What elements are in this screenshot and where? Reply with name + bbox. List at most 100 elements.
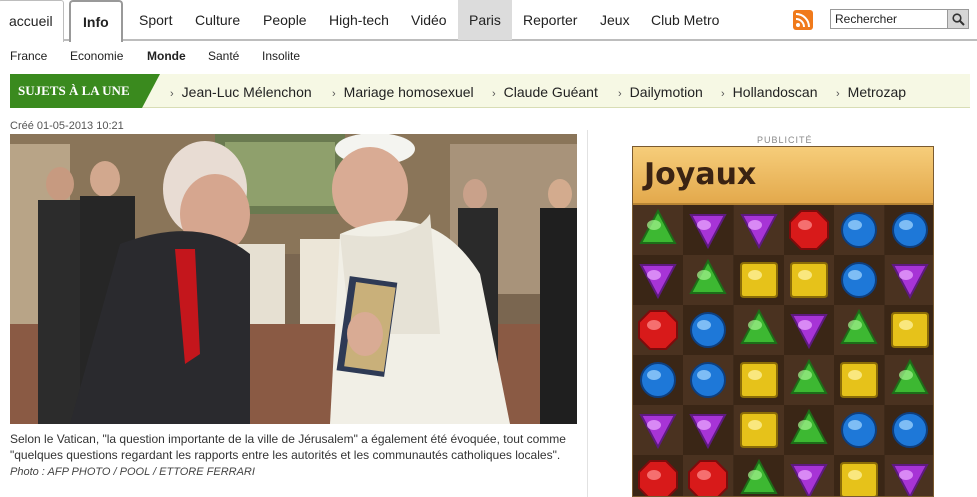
gem-cell[interactable] bbox=[884, 405, 933, 455]
purple-gem-icon bbox=[739, 214, 778, 250]
gem-cell[interactable] bbox=[783, 305, 834, 355]
subject-link[interactable]: › Jean-Luc Mélenchon bbox=[170, 84, 312, 100]
red-gem-icon bbox=[688, 460, 729, 496]
nav-jeux[interactable]: Jeux bbox=[600, 0, 630, 40]
nav-info[interactable]: Info bbox=[69, 0, 123, 42]
gem-cell[interactable] bbox=[733, 405, 784, 455]
gem-cell[interactable] bbox=[633, 455, 683, 496]
gem-cell[interactable] bbox=[683, 455, 734, 496]
gem-cell[interactable] bbox=[834, 255, 885, 305]
chevron-right-icon: › bbox=[836, 88, 840, 100]
gem-cell[interactable] bbox=[683, 255, 734, 305]
gem-cell[interactable] bbox=[633, 205, 683, 255]
purple-gem-icon bbox=[790, 464, 828, 496]
gem-cell[interactable] bbox=[683, 205, 734, 255]
purple-gem-icon bbox=[890, 464, 929, 496]
yellow-gem-icon bbox=[890, 312, 929, 348]
column-divider bbox=[587, 130, 588, 497]
nav-high-tech[interactable]: High-tech bbox=[329, 0, 389, 40]
gem-cell[interactable] bbox=[783, 405, 834, 455]
subject-link[interactable]: › Dailymotion bbox=[618, 84, 703, 100]
subject-link[interactable]: › Claude Guéant bbox=[492, 84, 598, 100]
purple-gem-icon bbox=[790, 314, 828, 350]
green-gem-icon bbox=[689, 258, 727, 294]
gem-cell[interactable] bbox=[683, 305, 734, 355]
gem-cell[interactable] bbox=[633, 305, 683, 355]
gem-cell[interactable] bbox=[733, 305, 784, 355]
subnav-economie[interactable]: Economie bbox=[70, 49, 123, 63]
gem-cell[interactable] bbox=[683, 355, 734, 405]
nav-club-metro[interactable]: Club Metro bbox=[651, 0, 719, 40]
yellow-gem-icon bbox=[739, 412, 778, 448]
subject-link[interactable]: › Metrozap bbox=[836, 84, 906, 100]
search-button[interactable] bbox=[947, 9, 969, 29]
gem-cell[interactable] bbox=[733, 455, 784, 496]
created-date: Créé 01-05-2013 10:21 bbox=[10, 120, 124, 132]
green-gem-icon bbox=[890, 358, 929, 394]
subnav-france[interactable]: France bbox=[10, 49, 47, 63]
gem-cell[interactable] bbox=[683, 405, 734, 455]
gem-cell[interactable] bbox=[633, 355, 683, 405]
gem-cell[interactable] bbox=[783, 205, 834, 255]
nav-accueil[interactable]: accueil bbox=[0, 0, 64, 42]
ad-banner[interactable]: Joyaux bbox=[632, 146, 934, 497]
gem-cell[interactable] bbox=[733, 355, 784, 405]
gem-cell[interactable] bbox=[733, 255, 784, 305]
green-gem-icon bbox=[739, 458, 778, 494]
search-input[interactable] bbox=[830, 9, 948, 29]
green-gem-icon bbox=[639, 208, 677, 244]
caption-text: Selon le Vatican, "la question important… bbox=[10, 432, 566, 462]
gem-cell[interactable] bbox=[834, 355, 885, 405]
gem-cell[interactable] bbox=[834, 205, 885, 255]
green-gem-icon bbox=[790, 358, 828, 394]
purple-gem-icon bbox=[639, 264, 677, 300]
subjects-bar: SUJETS À LA UNE › Jean-Luc Mélenchon › Mar… bbox=[10, 74, 970, 108]
chevron-right-icon: › bbox=[618, 88, 622, 100]
gem-cell[interactable] bbox=[884, 205, 933, 255]
nav-sport[interactable]: Sport bbox=[139, 0, 172, 40]
article-photo bbox=[10, 134, 577, 424]
subject-label: Jean-Luc Mélenchon bbox=[181, 84, 312, 100]
green-gem-icon bbox=[790, 408, 828, 444]
subject-link[interactable]: › Hollandoscan bbox=[721, 84, 818, 100]
gem-cell[interactable] bbox=[783, 455, 834, 496]
gem-cell[interactable] bbox=[783, 355, 834, 405]
subnav-sante[interactable]: Santé bbox=[208, 49, 239, 63]
gem-cell[interactable] bbox=[783, 255, 834, 305]
blue-gem-icon bbox=[891, 212, 928, 248]
subject-label: Metrozap bbox=[847, 84, 907, 100]
subject-label: Mariage homosexuel bbox=[343, 84, 474, 100]
gem-cell[interactable] bbox=[834, 305, 885, 355]
subject-label: Claude Guéant bbox=[503, 84, 598, 100]
gem-grid[interactable] bbox=[633, 205, 933, 496]
gem-cell[interactable] bbox=[633, 255, 683, 305]
nav-paris[interactable]: Paris bbox=[458, 0, 512, 40]
gem-cell[interactable] bbox=[884, 455, 933, 496]
subnav-monde[interactable]: Monde bbox=[147, 49, 186, 63]
subject-label: Dailymotion bbox=[629, 84, 703, 100]
gem-cell[interactable] bbox=[884, 305, 933, 355]
nav-culture[interactable]: Culture bbox=[195, 0, 240, 40]
subnav-insolite[interactable]: Insolite bbox=[262, 49, 300, 63]
subjects-label: SUJETS À LA UNE bbox=[10, 74, 160, 108]
gem-cell[interactable] bbox=[884, 255, 933, 305]
search-icon bbox=[952, 13, 965, 26]
subject-link[interactable]: › Mariage homosexuel bbox=[332, 84, 474, 100]
blue-gem-icon bbox=[640, 362, 676, 398]
blue-gem-icon bbox=[891, 412, 928, 448]
gem-cell[interactable] bbox=[834, 455, 885, 496]
nav-video[interactable]: Vidéo bbox=[411, 0, 447, 40]
purple-gem-icon bbox=[689, 414, 727, 450]
gem-cell[interactable] bbox=[633, 405, 683, 455]
blue-gem-icon bbox=[841, 212, 878, 248]
nav-reporter[interactable]: Reporter bbox=[523, 0, 577, 40]
rss-icon[interactable] bbox=[793, 10, 813, 30]
yellow-gem-icon bbox=[840, 362, 879, 398]
gem-cell[interactable] bbox=[834, 405, 885, 455]
chevron-right-icon: › bbox=[170, 88, 174, 100]
gem-cell[interactable] bbox=[733, 205, 784, 255]
gem-cell[interactable] bbox=[884, 355, 933, 405]
ad-header: Joyaux bbox=[633, 147, 933, 205]
top-navigation: accueil Info Sport Culture People High-t… bbox=[0, 0, 977, 42]
nav-people[interactable]: People bbox=[263, 0, 307, 40]
